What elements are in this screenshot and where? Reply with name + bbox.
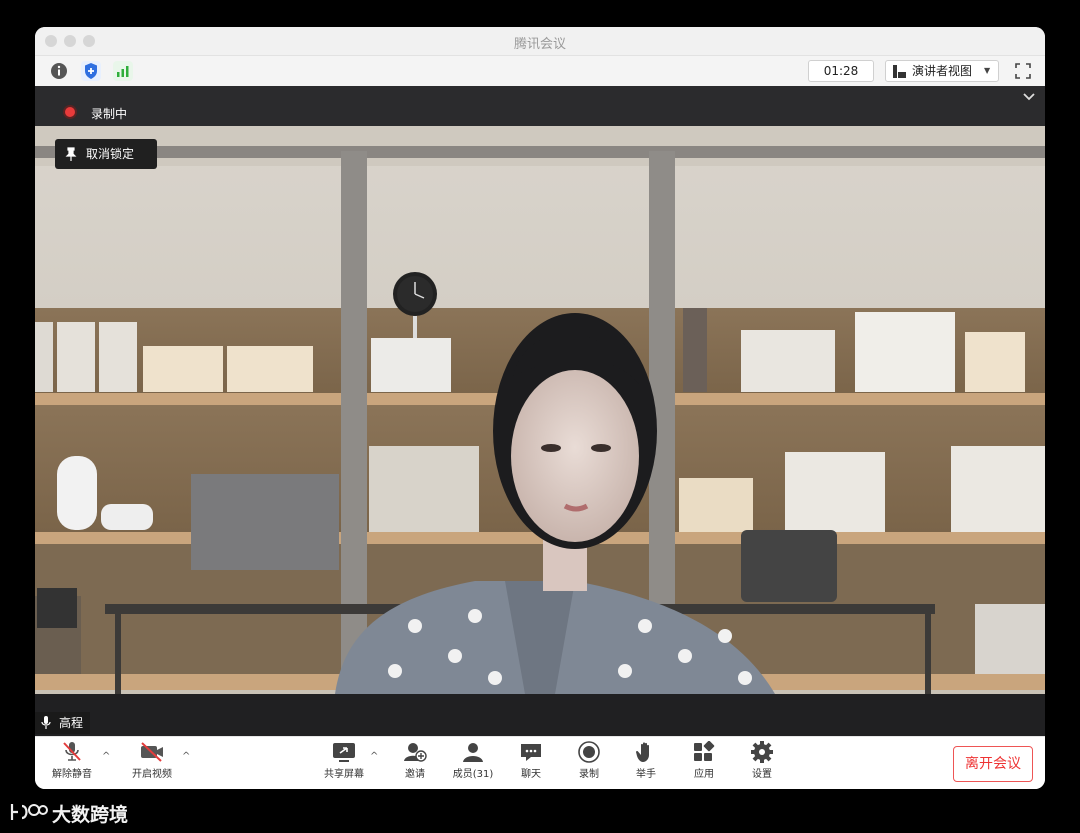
apps-button[interactable]: 应用: [676, 741, 732, 787]
muted-microphone-icon: [63, 742, 81, 761]
speaker-name-tag: 高程: [35, 712, 90, 734]
video-stage: 录制中 取消锁定 高程: [35, 86, 1045, 736]
window-title: 腾讯会议: [513, 37, 566, 52]
members-button[interactable]: 成员(31): [445, 741, 501, 787]
leave-meeting-button[interactable]: 离开会议: [953, 746, 1033, 782]
raise-hand-label: 举手: [636, 769, 656, 780]
info-icon[interactable]: [49, 61, 69, 81]
chat-label: 聊天: [521, 769, 541, 780]
view-mode-label: 演讲者视图: [912, 64, 973, 78]
record-label: 录制: [579, 769, 599, 780]
meeting-toolbar: 解除静音 ^ 开启视频 ^ 共享屏幕 ^ 邀请 成员(31) 聊天 录制 举手 …: [35, 736, 1045, 789]
pin-icon: [65, 147, 77, 161]
speaker-name: 高程: [59, 716, 84, 730]
raise-hand-icon: [636, 742, 649, 762]
settings-label: 设置: [752, 769, 772, 780]
share-options-chevron-icon[interactable]: ^: [370, 751, 380, 762]
chevron-down-icon: ▼: [984, 66, 991, 75]
unpin-button[interactable]: 取消锁定: [55, 139, 157, 169]
unpin-label: 取消锁定: [86, 147, 135, 161]
add-user-icon: [404, 743, 427, 762]
members-icon: [463, 743, 483, 762]
fullscreen-icon[interactable]: [1014, 62, 1032, 80]
audio-options-chevron-icon[interactable]: ^: [102, 751, 112, 762]
members-label: 成员(31): [452, 769, 494, 780]
apps-grid-icon: [694, 741, 715, 761]
meeting-window: 腾讯会议 01:28 演讲者视图 ▼ 录制中 取消锁定 高程 解除静音 ^ 开启…: [35, 27, 1045, 789]
raise-hand-button[interactable]: 举手: [618, 741, 674, 787]
video-options-chevron-icon[interactable]: ^: [182, 751, 192, 762]
unmute-label: 解除静音: [52, 769, 92, 780]
chat-button[interactable]: 聊天: [503, 741, 559, 787]
video-frame-image: [35, 126, 1045, 694]
meeting-info-bar: 01:28 演讲者视图 ▼: [35, 56, 1045, 86]
recording-dot-icon: [65, 107, 75, 117]
watermark-text: 大数跨境: [52, 804, 129, 826]
invite-button[interactable]: 邀请: [387, 741, 443, 787]
invite-label: 邀请: [405, 769, 425, 780]
unmute-button[interactable]: 解除静音: [44, 741, 100, 787]
gear-icon: [751, 741, 773, 763]
view-mode-select[interactable]: 演讲者视图 ▼: [885, 60, 999, 82]
share-screen-icon: [333, 743, 355, 762]
apps-label: 应用: [694, 769, 714, 780]
meeting-timer: 01:28: [808, 60, 874, 82]
share-screen-button[interactable]: 共享屏幕: [316, 741, 372, 787]
start-video-button[interactable]: 开启视频: [124, 741, 180, 787]
share-screen-label: 共享屏幕: [324, 769, 364, 780]
speaker-video[interactable]: 取消锁定: [35, 126, 1045, 694]
video-off-icon: [141, 742, 163, 762]
network-signal-icon[interactable]: [113, 61, 133, 81]
logo-icon: [10, 804, 48, 820]
recording-bar: 录制中: [35, 86, 1045, 126]
collapse-chevron-icon[interactable]: [1017, 88, 1041, 104]
record-icon: [578, 741, 600, 763]
security-shield-icon[interactable]: [81, 61, 101, 81]
chat-icon: [521, 744, 541, 761]
record-button[interactable]: 录制: [561, 741, 617, 787]
settings-button[interactable]: 设置: [734, 741, 790, 787]
title-bar: 腾讯会议: [35, 27, 1045, 56]
recording-label: 录制中: [91, 107, 128, 121]
start-video-label: 开启视频: [132, 769, 172, 780]
microphone-icon: [41, 716, 51, 729]
speaker-view-icon: [893, 65, 906, 78]
video-footer: [35, 694, 1045, 736]
